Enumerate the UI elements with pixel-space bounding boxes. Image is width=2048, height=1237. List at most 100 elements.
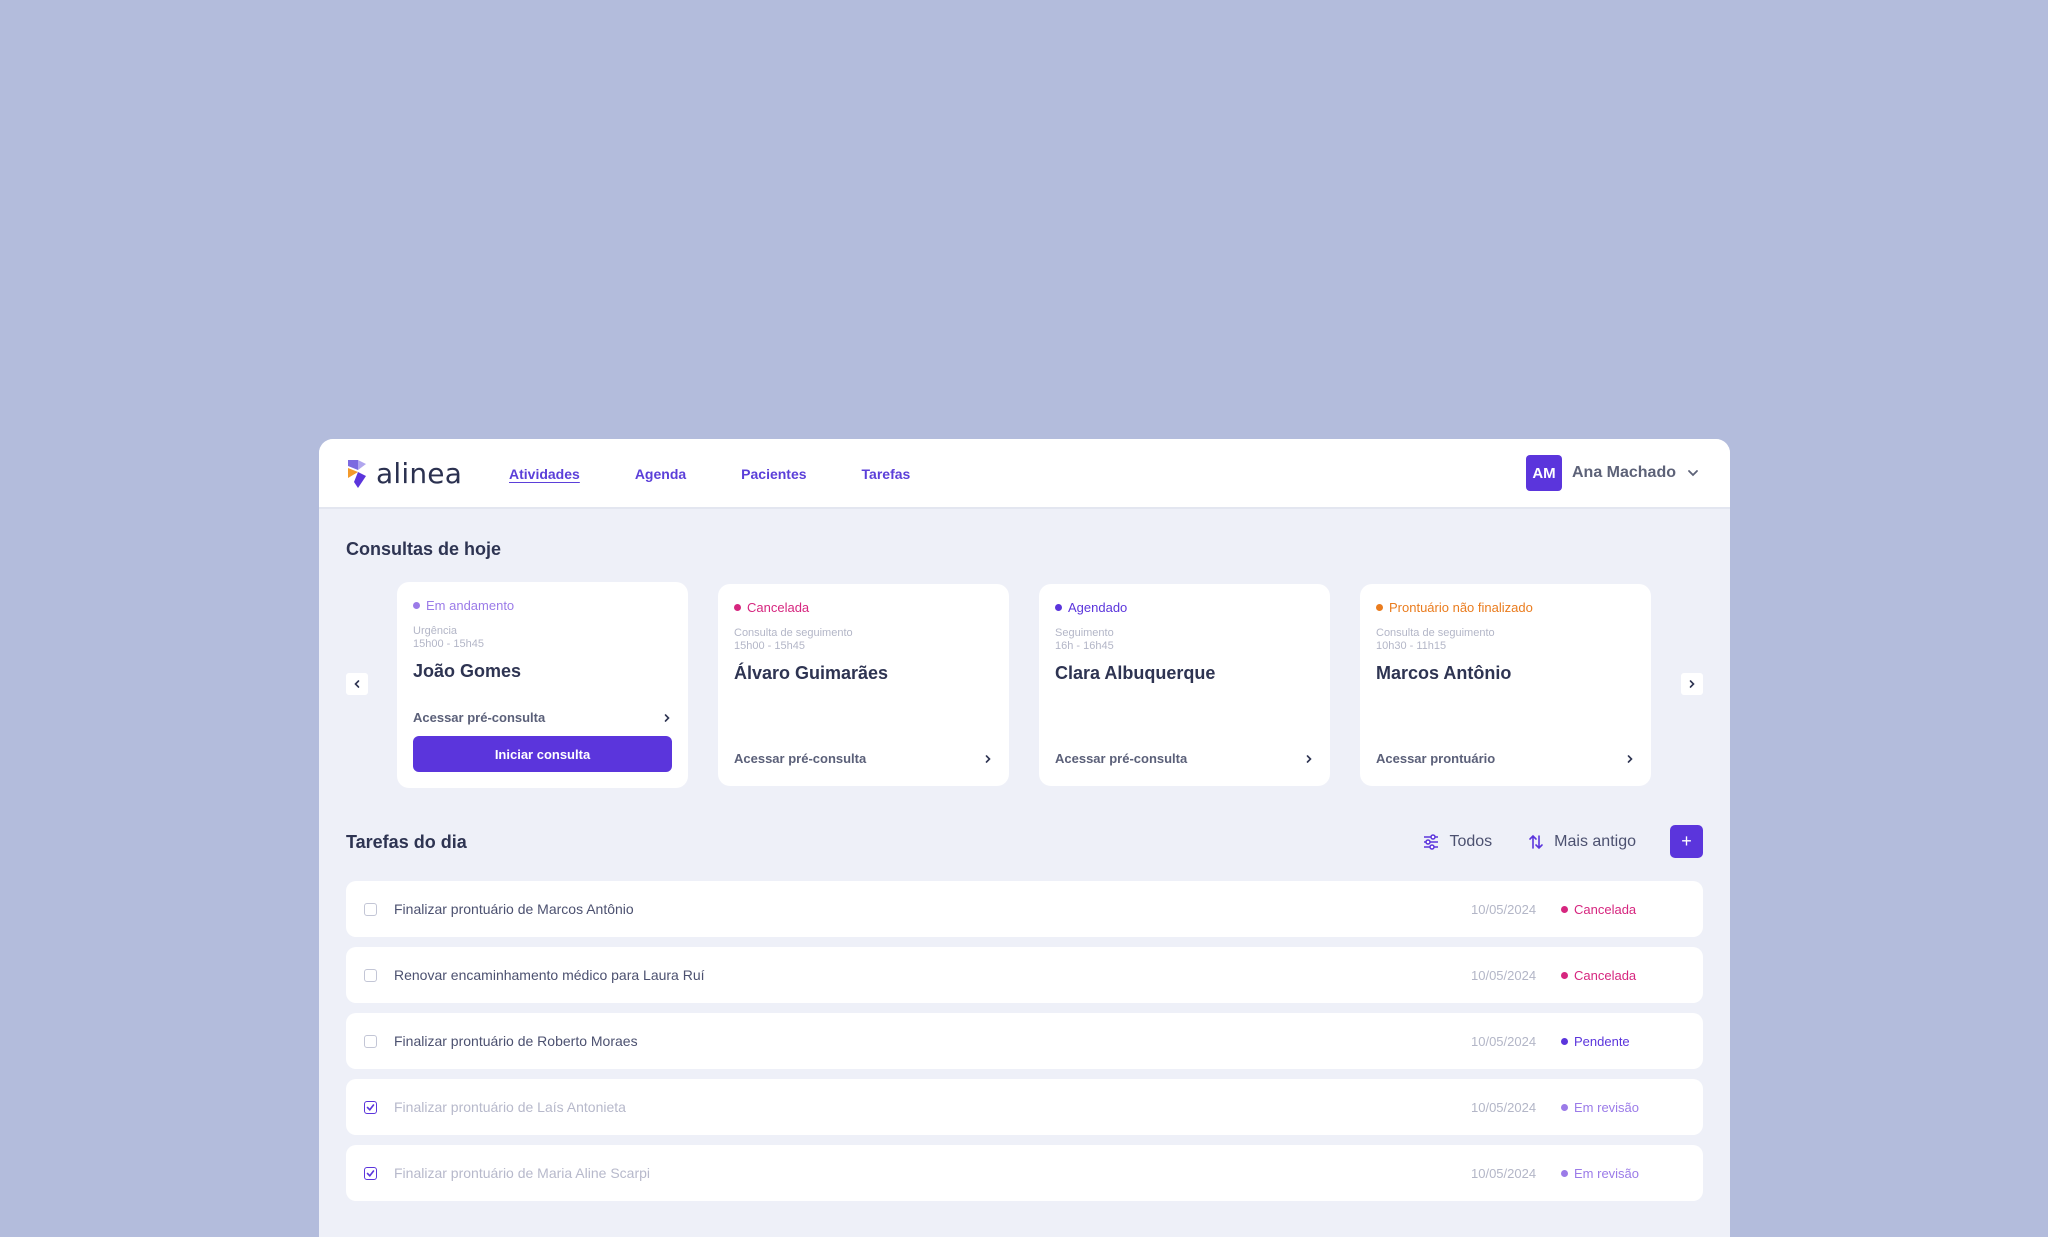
app-window: alinea Atividades Agenda Pacientes Taref… [319,439,1730,1237]
consultas-title: Consultas de hoje [346,539,502,559]
pre-consulta-link[interactable]: Acessar pré-consulta [1055,751,1314,766]
link-label: Acessar pré-consulta [734,751,867,766]
task-checkbox[interactable] [364,902,377,916]
card-type: Urgência [413,625,458,637]
sort-icon [1529,834,1543,849]
filter-icon [1424,833,1439,850]
chevron-down-icon [1688,470,1698,477]
task-checkbox[interactable] [364,1034,377,1048]
status-label: Cancelada [1574,967,1637,983]
task-date: 10/05/2024 [1471,1165,1537,1181]
status-label: Prontuário não finalizado [1389,600,1533,615]
status-label: Cancelada [747,600,810,615]
add-task-button[interactable]: + [1670,825,1703,858]
tarefas-title: Tarefas do dia [346,832,467,852]
sort-label: Mais antigo [1554,832,1636,850]
user-name: Ana Machado [1571,464,1676,481]
task-row[interactable]: Finalizar prontuário de Marcos Antônio 1… [346,881,1703,937]
status-dot [1055,604,1062,611]
card-time: 16h - 16h45 [1055,640,1114,652]
filter-button[interactable]: Todos [1423,833,1492,851]
chevron-right-icon [1689,680,1695,688]
card-status: Em andamento [413,598,672,613]
task-checkbox[interactable] [364,968,377,982]
task-text: Finalizar prontuário de Roberto Moraes [394,1033,638,1049]
check-icon [366,1169,375,1177]
status-dot [734,604,741,611]
check-icon [366,1103,375,1111]
task-date: 10/05/2024 [1471,967,1537,983]
user-menu[interactable]: AM Ana Machado [1525,455,1700,491]
status-label: Cancelada [1574,901,1637,917]
consulta-card-2[interactable]: Cancelada Consulta de seguimento 15h00 -… [718,584,1009,786]
card-type: Consulta de seguimento [734,627,853,639]
task-status: Em revisão [1561,1100,1685,1115]
task-date: 10/05/2024 [1471,901,1537,917]
tarefas-toolbar: Todos Mais antigo + [1423,825,1703,858]
card-type: Consulta de seguimento [1376,627,1495,639]
task-text: Finalizar prontuário de Laís Antonieta [394,1099,626,1115]
status-dot [1561,1037,1568,1045]
chevron-left-icon [354,680,360,688]
card-type: Seguimento [1055,627,1114,639]
status-dot [1561,971,1568,979]
card-time: 15h00 - 15h45 [734,640,805,652]
card-time: 15h00 - 15h45 [413,638,484,650]
patient-name: Álvaro Guimarães [734,663,889,683]
consulta-card-3[interactable]: Agendado Seguimento 16h - 16h45 Clara Al… [1039,584,1330,786]
patient-name: Marcos Antônio [1376,663,1512,683]
status-dot [413,602,420,609]
status-label: Pendente [1574,1033,1630,1049]
task-status: Pendente [1561,1034,1685,1049]
main-nav: Atividades Agenda Pacientes Tarefas [509,439,910,509]
task-row[interactable]: Finalizar prontuário de Maria Aline Scar… [346,1145,1703,1201]
task-status: Cancelada [1561,902,1685,917]
task-row[interactable]: Renovar encaminhamento médico para Laura… [346,947,1703,1003]
status-dot [1561,1103,1568,1111]
chevron-right-icon [1627,754,1633,763]
card-time: 10h30 - 11h15 [1376,640,1447,652]
chevron-right-icon [1306,754,1312,763]
task-text: Finalizar prontuário de Maria Aline Scar… [394,1165,651,1181]
chevron-right-icon [664,713,670,722]
pre-consulta-link[interactable]: Acessar pré-consulta [734,751,993,766]
patient-name: João Gomes [413,661,522,681]
nav-agenda[interactable]: Agenda [635,466,686,482]
card-status: Prontuário não finalizado [1376,600,1635,615]
link-label: Acessar pré-consulta [413,710,546,725]
task-checkbox-checked[interactable] [364,1100,377,1114]
top-bar: alinea Atividades Agenda Pacientes Taref… [319,439,1730,509]
brand-name: alinea [376,457,463,490]
carousel-next-button[interactable] [1681,673,1703,695]
logo[interactable]: alinea [346,457,462,490]
status-label: Agendado [1068,600,1128,615]
nav-atividades[interactable]: Atividades [509,466,580,482]
pre-consulta-link[interactable]: Acessar pré-consulta [413,710,672,725]
logo-mark-icon [348,459,366,488]
avatar: AM [1525,455,1562,491]
iniciar-consulta-button[interactable]: Iniciar consulta [413,736,672,772]
link-label: Acessar prontuário [1376,751,1496,766]
nav-tarefas[interactable]: Tarefas [862,466,911,482]
task-row[interactable]: Finalizar prontuário de Laís Antonieta 1… [346,1079,1703,1135]
chevron-right-icon [985,754,991,763]
consulta-card-1[interactable]: Em andamento Urgência 15h00 - 15h45 João… [397,582,688,788]
consulta-card-4[interactable]: Prontuário não finalizado Consulta de se… [1360,584,1651,786]
status-dot [1376,604,1383,611]
task-text: Finalizar prontuário de Marcos Antônio [394,901,634,917]
filter-label: Todos [1449,832,1493,850]
status-dot [1561,1169,1568,1177]
card-status: Agendado [1055,600,1314,615]
prontuario-link[interactable]: Acessar prontuário [1376,751,1635,766]
card-status: Cancelada [734,600,993,615]
nav-pacientes[interactable]: Pacientes [741,466,806,482]
sort-button[interactable]: Mais antigo [1528,833,1636,851]
status-dot [1561,905,1568,913]
carousel-prev-button[interactable] [346,673,368,695]
status-label: Em andamento [426,598,515,613]
status-label: Em revisão [1574,1165,1640,1181]
task-row[interactable]: Finalizar prontuário de Roberto Moraes 1… [346,1013,1703,1069]
task-date: 10/05/2024 [1471,1033,1537,1049]
patient-name: Clara Albuquerque [1055,663,1216,683]
task-checkbox-checked[interactable] [364,1166,377,1180]
